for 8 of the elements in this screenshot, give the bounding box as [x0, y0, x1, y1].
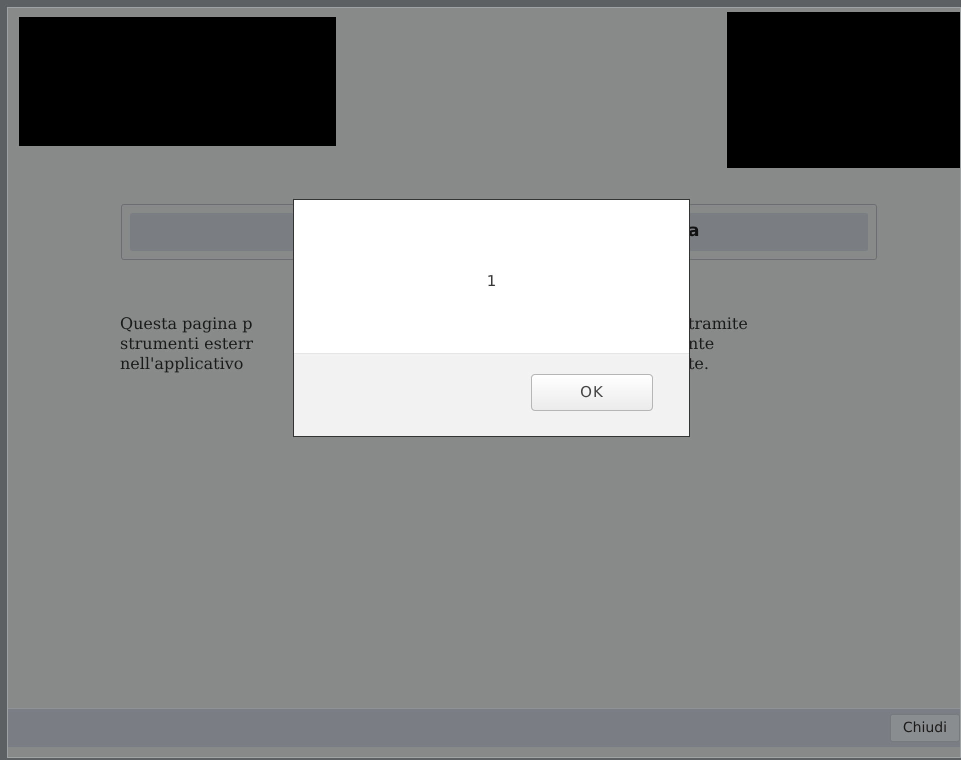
- paragraph-text: nell'applicativo: [120, 354, 244, 374]
- close-button[interactable]: Chiudi: [890, 714, 960, 742]
- paragraph-text: tramite: [688, 314, 748, 334]
- ok-button[interactable]: OK: [531, 374, 653, 411]
- paragraph-text: strumenti esterr: [120, 334, 254, 354]
- paragraph-text: Questa pagina p: [120, 314, 254, 334]
- dialog-message: 1: [486, 271, 496, 292]
- paragraph-text: nte: [688, 334, 714, 354]
